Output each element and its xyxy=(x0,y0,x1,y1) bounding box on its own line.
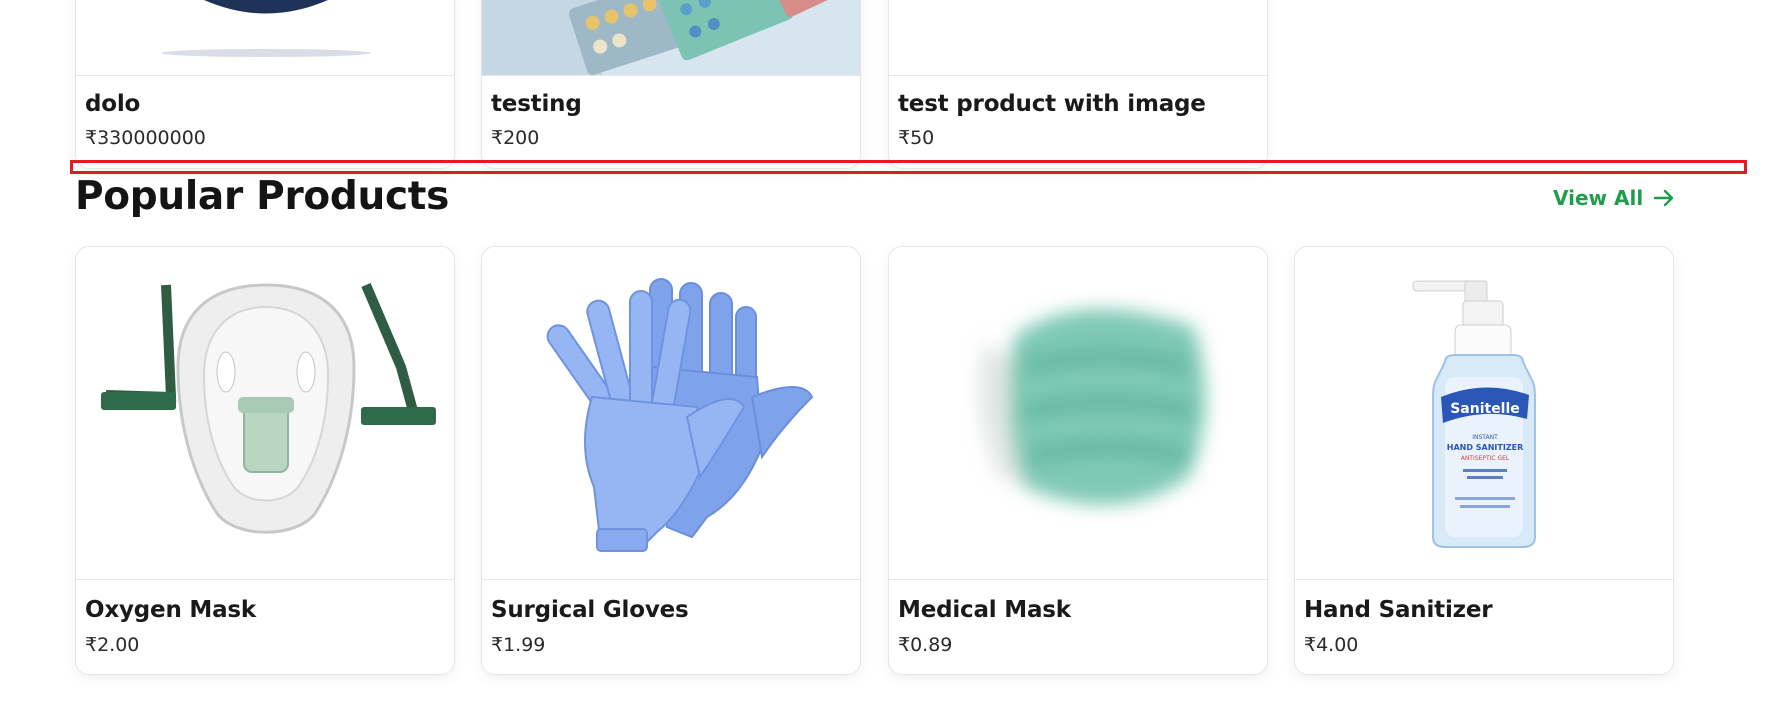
product-price: ₹0.89 xyxy=(898,634,953,656)
view-all-link[interactable]: View All xyxy=(1553,186,1675,210)
product-image[interactable] xyxy=(76,0,454,76)
product-card[interactable]: Medical Mask ₹0.89 xyxy=(888,246,1268,675)
product-image[interactable] xyxy=(76,247,454,580)
product-card[interactable]: testing ₹200 xyxy=(481,0,861,169)
product-price: ₹200 xyxy=(491,127,540,149)
product-price: ₹2.00 xyxy=(85,634,140,656)
product-name: Oxygen Mask xyxy=(85,597,257,623)
product-price: ₹330000000 xyxy=(85,127,206,149)
product-price: ₹1.99 xyxy=(491,634,546,656)
product-price: ₹4.00 xyxy=(1304,634,1359,656)
sanitizer-brand-text: Sanitelle xyxy=(1450,401,1520,417)
product-card[interactable]: test product with image ₹50 xyxy=(888,0,1268,169)
sanitizer-label-line: INSTANT xyxy=(1472,434,1498,441)
view-all-label: View All xyxy=(1553,186,1644,210)
product-image[interactable]: Sanitelle INSTANT HAND SANITIZER ANTISEP… xyxy=(1295,247,1673,580)
product-name: test product with image xyxy=(898,91,1206,117)
selection-highlight xyxy=(70,160,1747,174)
product-image[interactable] xyxy=(889,0,1267,76)
product-name: Hand Sanitizer xyxy=(1304,597,1493,623)
product-image[interactable] xyxy=(889,247,1267,580)
product-image[interactable] xyxy=(482,247,860,580)
product-name: testing xyxy=(491,91,582,117)
product-image[interactable] xyxy=(482,0,860,76)
product-name: Medical Mask xyxy=(898,597,1071,623)
sanitizer-label-line: ANTISEPTIC GEL xyxy=(1461,455,1510,462)
sanitizer-label-line: HAND SANITIZER xyxy=(1447,443,1524,452)
product-card[interactable]: Sanitelle INSTANT HAND SANITIZER ANTISEP… xyxy=(1294,246,1674,675)
product-name: Surgical Gloves xyxy=(491,597,689,623)
section-title: Popular Products xyxy=(75,174,450,219)
arrow-right-icon xyxy=(1653,189,1674,207)
product-card[interactable]: Surgical Gloves ₹1.99 xyxy=(481,246,861,675)
product-card[interactable]: Oxygen Mask ₹2.00 xyxy=(75,246,455,675)
product-price: ₹50 xyxy=(898,127,935,149)
product-card[interactable]: dolo ₹330000000 xyxy=(75,0,455,169)
product-name: dolo xyxy=(85,91,141,117)
